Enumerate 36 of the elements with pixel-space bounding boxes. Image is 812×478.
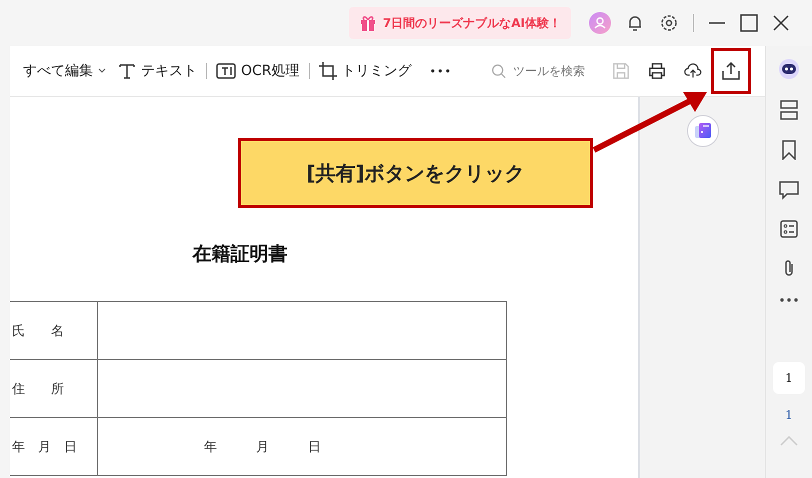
- settings-icon[interactable]: [659, 13, 679, 33]
- page-number-field[interactable]: 1: [773, 362, 805, 394]
- table-cell: 氏 名: [10, 302, 98, 359]
- comment-icon[interactable]: [779, 180, 799, 200]
- crop-icon: [318, 62, 337, 80]
- ocr-icon: [216, 62, 236, 80]
- share-button[interactable]: [711, 48, 751, 94]
- more-button[interactable]: •••: [426, 64, 455, 78]
- note-icon: [694, 122, 712, 140]
- callout-box: [共有]ボタンをクリック: [238, 138, 593, 208]
- gift-icon: [358, 14, 377, 32]
- search-icon: [491, 62, 506, 80]
- layout-icon[interactable]: [780, 100, 798, 120]
- maximize-icon[interactable]: [740, 14, 758, 32]
- share-icon: [721, 61, 741, 81]
- search-field[interactable]: ツールを検索: [491, 62, 601, 80]
- bookmark-icon[interactable]: [781, 140, 797, 160]
- text-icon: [118, 62, 136, 80]
- more-icon[interactable]: [780, 298, 798, 302]
- tool-button[interactable]: テキスト: [115, 62, 200, 80]
- edit-dropdown[interactable]: すべて編集: [20, 62, 109, 80]
- table-cell: 住 所: [10, 360, 98, 417]
- caret-icon: [98, 68, 106, 74]
- tool-button[interactable]: トリミング: [316, 62, 415, 80]
- robot-icon[interactable]: [778, 58, 800, 80]
- page-count: 1: [785, 408, 793, 422]
- document-title: 在籍証明書: [191, 242, 288, 267]
- printer-icon: [648, 61, 666, 81]
- table-cell-text: 年 月 日: [203, 438, 322, 456]
- tool-button[interactable]: OCR処理: [213, 62, 303, 80]
- form-icon[interactable]: [780, 220, 798, 238]
- close-icon[interactable]: [772, 14, 790, 32]
- promo-text: 7日間のリーズナブルなAI体験！: [382, 14, 561, 32]
- table-cell: 年 月 日: [10, 418, 98, 475]
- note-button[interactable]: [686, 115, 718, 147]
- save-icon: [612, 61, 630, 81]
